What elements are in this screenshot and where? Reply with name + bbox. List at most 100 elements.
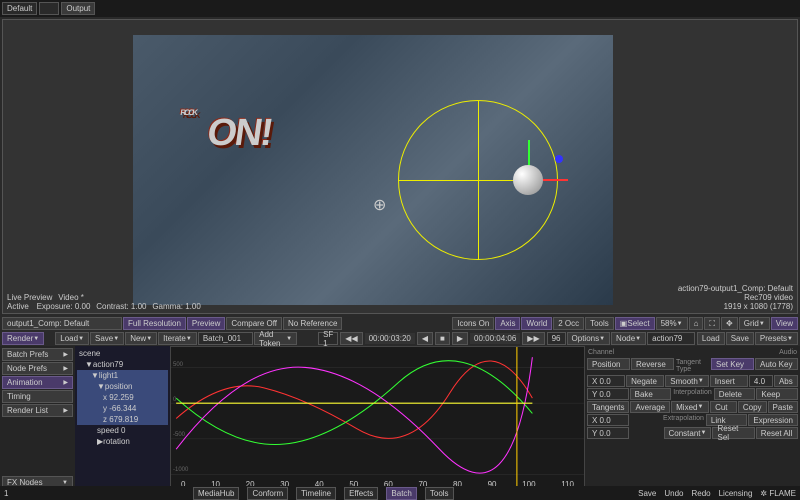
keep-button[interactable]: Keep — [756, 388, 798, 400]
animation-button[interactable]: Animation▶ — [2, 376, 73, 389]
timecode-current[interactable]: 00:00:04:06 — [470, 333, 520, 344]
y-tick: 500 — [173, 362, 183, 368]
output-button[interactable]: Output — [61, 2, 95, 15]
blank-slot[interactable] — [39, 2, 59, 15]
cut-button[interactable]: Cut — [710, 401, 737, 413]
preview-button[interactable]: Preview — [187, 317, 225, 330]
batch-tab[interactable]: Batch — [386, 487, 416, 500]
action-name[interactable]: action79 — [647, 332, 695, 345]
tree-z[interactable]: z 679.819 — [77, 414, 168, 425]
resetall-button[interactable]: Reset All — [756, 427, 798, 439]
resetsel-button[interactable]: Reset Sel — [712, 427, 754, 439]
output-name[interactable]: output1_Comp: Default — [2, 317, 122, 330]
timeline-tab[interactable]: Timeline — [296, 487, 336, 500]
average-button[interactable]: Average — [630, 401, 670, 413]
negate-button[interactable]: Negate — [626, 375, 664, 387]
autokey-button[interactable]: Auto Key — [755, 358, 798, 370]
icons-button[interactable]: Icons On — [452, 317, 494, 330]
tools-tab[interactable]: Tools — [425, 487, 454, 500]
save-link[interactable]: Save — [638, 489, 656, 498]
y2-field[interactable]: Y 0.0 — [587, 427, 629, 439]
zoom-pct[interactable]: 58% ▼ — [656, 317, 688, 330]
stop-button[interactable]: ■ — [435, 332, 450, 345]
constant-button[interactable]: Constant▼ — [664, 427, 712, 439]
next-icon: ▶▶ — [527, 334, 539, 343]
fit-button[interactable]: ⛶ — [704, 317, 720, 330]
bake-button[interactable]: Bake — [630, 388, 672, 400]
axis-button[interactable]: Axis — [495, 317, 520, 330]
batch-name-input[interactable]: Batch_001 — [198, 332, 253, 345]
mediahub-tab[interactable]: MediaHub — [193, 487, 239, 500]
conform-tab[interactable]: Conform — [247, 487, 288, 500]
load2-button[interactable]: Load — [697, 332, 725, 345]
presets-button[interactable]: Presets ▼ — [755, 332, 798, 345]
timing-button[interactable]: Timing — [2, 390, 73, 403]
tree-rotation[interactable]: ▶rotation — [77, 436, 168, 447]
footer: 1 MediaHub Conform Timeline Effects Batc… — [0, 486, 800, 500]
timecode-start[interactable]: 00:00:03:20 — [365, 333, 415, 344]
home-button[interactable]: ⌂ — [689, 317, 704, 330]
noref-button[interactable]: No Reference — [283, 317, 342, 330]
pan-button[interactable]: ✥ — [721, 317, 738, 330]
setkey-button[interactable]: Set Key — [711, 358, 754, 370]
channel-tree[interactable]: scene ▼action79 ▼light1 ▼position x 92.2… — [75, 346, 170, 491]
insert-button[interactable]: Insert — [710, 375, 748, 387]
tree-scene[interactable]: scene — [77, 348, 168, 359]
save-button[interactable]: Save ▼ — [90, 332, 124, 345]
tangents-button[interactable]: Tangents — [587, 401, 629, 413]
save2-button[interactable]: Save — [726, 332, 754, 345]
view-button[interactable]: View — [771, 317, 798, 330]
render-button[interactable]: Render ▼ — [2, 332, 44, 345]
n40-field[interactable]: 4.0 — [749, 375, 773, 387]
x-field[interactable]: X 0.0 — [587, 375, 625, 387]
licensing-link[interactable]: Licensing — [719, 489, 753, 498]
copy-button[interactable]: Copy — [738, 401, 767, 413]
renderlist-button[interactable]: Render List▶ — [2, 404, 73, 417]
y-field[interactable]: Y 0.0 — [587, 388, 629, 400]
reverse-button[interactable]: Reverse — [631, 358, 674, 370]
curve-editor[interactable]: 500 0 -500 -1000 01020304050607080901001… — [170, 346, 585, 491]
next-key-button[interactable]: ▶▶ — [522, 332, 544, 345]
sf-field[interactable]: SF 1 — [318, 332, 338, 345]
tree-y[interactable]: y -66.344 — [77, 403, 168, 414]
load-button[interactable]: Load ▼ — [55, 332, 89, 345]
select-button[interactable]: ▣ Select — [615, 317, 655, 330]
frame-field[interactable]: 96 — [547, 332, 566, 345]
smooth-button[interactable]: Smooth▼ — [665, 375, 709, 387]
tree-light[interactable]: ▼light1 — [77, 370, 168, 381]
default-dropdown[interactable]: Default — [2, 2, 37, 15]
x2-field[interactable]: X 0.0 — [587, 414, 629, 426]
iterate-button[interactable]: Iterate ▼ — [158, 332, 197, 345]
redo-link[interactable]: Redo — [691, 489, 710, 498]
grid-button[interactable]: Grid ▼ — [739, 317, 770, 330]
occ-button[interactable]: 2 Occ — [553, 317, 584, 330]
play-rev-button[interactable]: ◀ — [417, 332, 433, 345]
abs-button[interactable]: Abs — [774, 375, 798, 387]
prev-key-button[interactable]: ◀◀ — [340, 332, 362, 345]
mixed-button[interactable]: Mixed▼ — [671, 401, 709, 413]
tools-button[interactable]: Tools — [585, 317, 614, 330]
addtoken-button[interactable]: Add Token ▼ — [254, 332, 297, 345]
viewport[interactable]: ROCK ON! ⊕ Live Preview Video * Active E… — [2, 19, 798, 314]
batchprefs-button[interactable]: Batch Prefs▶ — [2, 348, 73, 361]
paste-button[interactable]: Paste — [768, 401, 798, 413]
expression-button[interactable]: Expression — [748, 414, 798, 426]
tangent-header: Tangent Type — [675, 358, 710, 374]
nodeprefs-button[interactable]: Node Prefs▶ — [2, 362, 73, 375]
tree-x[interactable]: x 92.259 — [77, 392, 168, 403]
tree-speed[interactable]: speed 0 — [77, 425, 168, 436]
play-button[interactable]: ▶ — [452, 332, 468, 345]
options-button[interactable]: Options ▼ — [567, 332, 611, 345]
new-button[interactable]: New ▼ — [125, 332, 157, 345]
tree-position[interactable]: ▼position — [77, 381, 168, 392]
position-button[interactable]: Position — [587, 358, 630, 370]
node-button[interactable]: Node ▼ — [611, 332, 646, 345]
light-gizmo[interactable] — [393, 95, 563, 265]
tree-action[interactable]: ▼action79 — [77, 359, 168, 370]
world-button[interactable]: World — [521, 317, 552, 330]
undo-link[interactable]: Undo — [664, 489, 683, 498]
effects-tab[interactable]: Effects — [344, 487, 378, 500]
compare-button[interactable]: Compare Off — [226, 317, 282, 330]
fullres-button[interactable]: Full Resolution — [123, 317, 186, 330]
delete-button[interactable]: Delete — [714, 388, 756, 400]
